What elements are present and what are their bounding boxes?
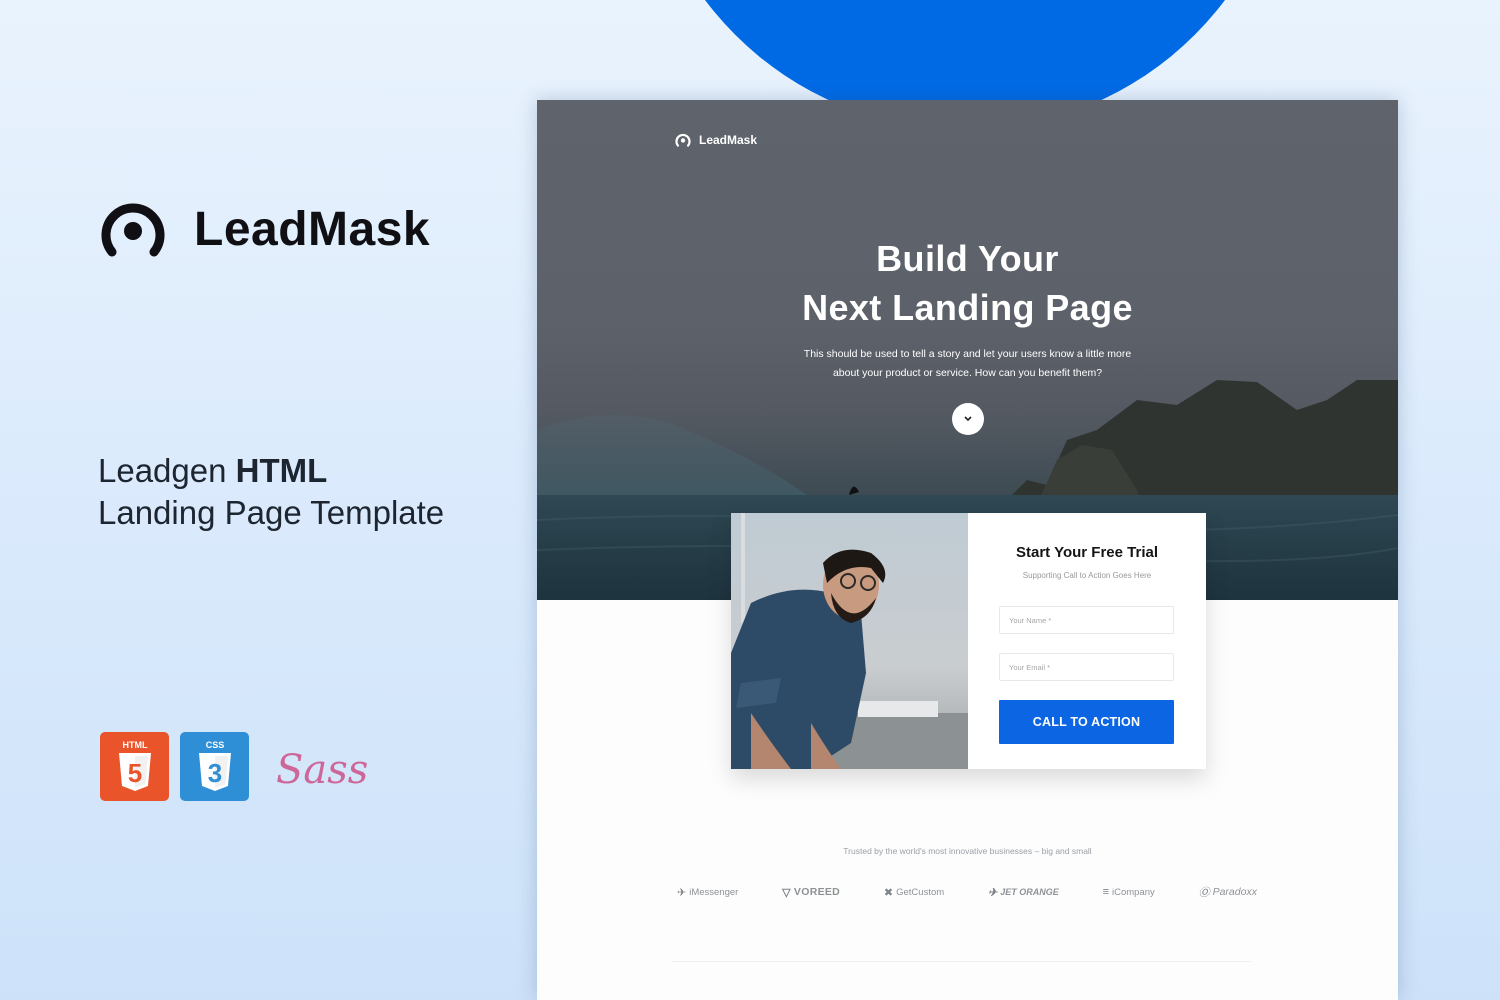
client-name: JET ORANGE (1000, 887, 1059, 897)
client-name: Paradoxx (1212, 886, 1257, 898)
mockup-logo-text: LeadMask (699, 133, 758, 147)
messenger-icon: ✈ (677, 886, 687, 899)
leadmask-logo-icon (101, 203, 165, 257)
form-title: Start Your Free Trial (1016, 544, 1158, 561)
client-logo-paradoxx: Ⓞ Paradoxx (1199, 884, 1257, 900)
sass-label: Sass (276, 747, 368, 793)
client-logo-imessenger: ✈ iMessenger (677, 886, 738, 899)
hero-title: Build Your Next Landing Page (537, 234, 1398, 332)
sass-icon: Sass (276, 747, 368, 793)
hero-subtitle-line1: This should be used to tell a story and … (803, 348, 1132, 360)
client-logos: ✈ iMessenger ▽ VOREED ✖ GetCustom ✈ JET … (677, 884, 1257, 900)
mockup-logo[interactable]: LeadMask (675, 133, 757, 147)
client-logo-jet-orange: ✈ JET ORANGE (988, 886, 1059, 899)
trusted-by-text: Trusted by the world's most innovative b… (843, 846, 1092, 856)
css-badge-glyph: 3 (207, 758, 221, 788)
client-logo-voreed: ▽ VOREED (782, 886, 840, 899)
tagline-bold: HTML (235, 452, 328, 489)
voreed-icon: ▽ (782, 886, 791, 899)
getcustom-icon: ✖ (883, 886, 894, 899)
client-logo-getcustom: ✖ GetCustom (884, 886, 944, 899)
hero-title-line1: Build Your (876, 238, 1059, 279)
signup-card: Start Your Free Trial Supporting Call to… (731, 513, 1206, 769)
html5-icon: HTML 5 (100, 731, 169, 801)
brand-name: LeadMask (194, 202, 431, 256)
client-name: GetCustom (896, 886, 945, 898)
hero-title-line2: Next Landing Page (802, 287, 1133, 328)
call-to-action-button[interactable]: CALL TO ACTION (999, 700, 1174, 744)
client-logo-icompany: ≡ iCompany (1103, 886, 1155, 898)
css3-icon: CSS 3 (180, 731, 249, 801)
client-name: iMessenger (689, 886, 739, 898)
html-badge-glyph: 5 (127, 758, 141, 788)
email-input[interactable] (999, 653, 1174, 681)
client-name: VOREED (793, 886, 841, 898)
client-name: iCompany (1111, 886, 1155, 898)
trial-form: Start Your Free Trial Supporting Call to… (968, 513, 1206, 769)
person-photo (731, 513, 968, 769)
tech-badges: HTML 5 CSS 3 Sass (100, 731, 368, 801)
form-subtitle: Supporting Call to Action Goes Here (1022, 571, 1152, 580)
name-input[interactable] (999, 606, 1174, 634)
tagline: Leadgen HTML Landing Page Template (98, 450, 444, 534)
brand: LeadMask (100, 200, 430, 258)
tagline-line2: Landing Page Template (98, 494, 445, 531)
hero-subtitle-line2: about your product or service. How can y… (832, 367, 1103, 379)
section-divider (671, 961, 1251, 962)
css-badge-label: CSS (205, 740, 224, 750)
icompany-icon: ≡ (1102, 886, 1109, 898)
html-badge-label: HTML (122, 740, 147, 750)
hero-subtitle: This should be used to tell a story and … (537, 345, 1398, 383)
chevron-down-icon (964, 416, 972, 422)
paradoxx-icon: Ⓞ (1198, 887, 1210, 899)
tagline-light: Leadgen (98, 452, 227, 489)
landing-page-mockup: LeadMask Build Your Next Landing Page Th… (537, 100, 1398, 1000)
jet-orange-icon: ✈ (988, 886, 998, 899)
scroll-down-button[interactable] (952, 403, 984, 435)
leadmask-logo-icon (675, 133, 691, 147)
